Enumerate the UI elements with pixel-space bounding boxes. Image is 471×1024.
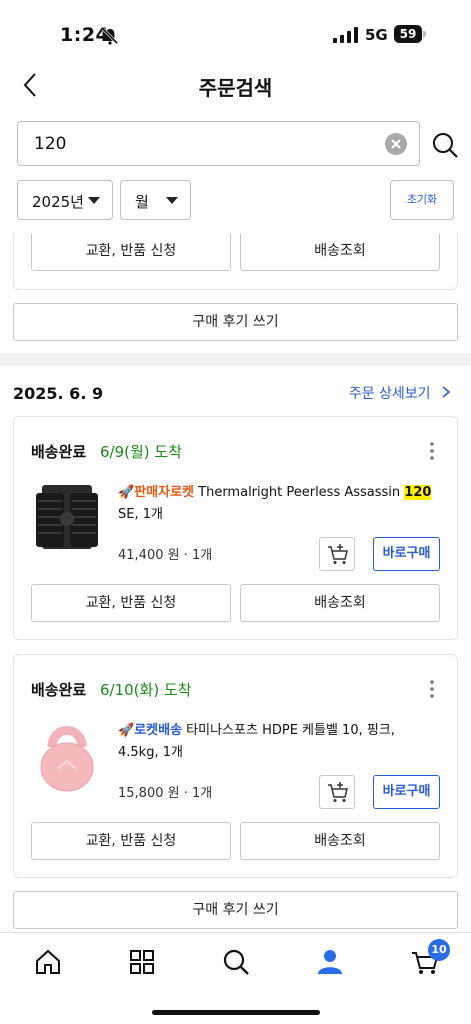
header: 주문검색 xyxy=(0,60,471,110)
page-title: 주문검색 xyxy=(198,76,273,100)
tracking-button[interactable]: 배송조회 xyxy=(240,584,440,622)
search-icon xyxy=(223,949,249,975)
tab-my-account[interactable] xyxy=(315,947,345,977)
product-price: 15,800 원 · 1개 xyxy=(118,786,213,801)
tab-home[interactable] xyxy=(33,947,63,977)
close-icon xyxy=(391,139,401,149)
exchange-return-button[interactable]: 교환, 반품 신청 xyxy=(31,584,231,622)
buy-now-button[interactable]: 바로구매 xyxy=(373,775,440,809)
exchange-return-button[interactable]: 교환, 반품 신청 xyxy=(31,822,231,860)
tab-category[interactable] xyxy=(127,947,157,977)
search-highlight: 120 xyxy=(404,485,432,500)
year-select-label: 2025년 xyxy=(32,193,84,211)
order-card: 배송완료 6/10(화) 도착 🚀로켓배송 타미나스포츠 HDPE 케틀벨 10… xyxy=(13,654,458,878)
arrival-date: 6/10(화) 도착 xyxy=(100,681,192,699)
search-field[interactable] xyxy=(17,121,420,166)
write-review-button[interactable]: 구매 후기 쓰기 xyxy=(13,891,458,929)
order-detail-link-label: 주문 상세보기 xyxy=(348,386,431,402)
product-name-suffix: SE, 1개 xyxy=(118,507,163,522)
seller-rocket-badge: 판매자로켓 xyxy=(134,485,194,500)
product-name[interactable]: 🚀로켓배송 타미나스포츠 HDPE 케틀벨 10, 핑크, 4.5kg, 1개 xyxy=(118,720,438,764)
delivery-status: 배송완료 xyxy=(31,681,87,699)
search-input[interactable] xyxy=(34,132,374,156)
order-list[interactable]: 교환, 반품 신청 배송조회 구매 후기 쓰기 2025. 6. 9 주문 상세… xyxy=(0,233,471,933)
add-to-cart-button[interactable] xyxy=(319,775,355,809)
cellular-signal-icon xyxy=(333,27,359,47)
home-indicator xyxy=(152,1010,320,1015)
rocket-icon: 🚀 xyxy=(118,723,135,738)
arrival-date: 6/9(월) 도착 xyxy=(100,443,183,461)
clear-search-button[interactable] xyxy=(385,133,407,155)
cart-count-badge: 10 xyxy=(428,939,450,961)
cpu-cooler-product-image[interactable] xyxy=(32,479,102,559)
buy-now-button[interactable]: 바로구매 xyxy=(373,537,440,571)
my-account-icon xyxy=(318,950,342,974)
caret-down-icon xyxy=(166,197,178,204)
category-grid-icon xyxy=(130,950,154,974)
caret-down-icon xyxy=(88,197,100,204)
tracking-button[interactable]: 배송조회 xyxy=(240,822,440,860)
battery-level: 59 xyxy=(394,25,422,43)
rocket-icon: 🚀 xyxy=(118,485,135,500)
tab-search[interactable] xyxy=(221,947,251,977)
reset-button[interactable]: 초기화 xyxy=(390,180,454,220)
rocket-delivery-badge: 로켓배송 xyxy=(134,723,183,738)
more-vertical-icon xyxy=(430,442,434,460)
month-select[interactable]: 월 xyxy=(120,180,191,220)
status-bar: 1:24 5G 59 xyxy=(0,0,471,60)
bell-muted-icon xyxy=(101,27,119,49)
search-button[interactable] xyxy=(431,131,459,159)
product-name[interactable]: 🚀판매자로켓 Thermalright Peerless Assassin 12… xyxy=(118,482,438,526)
add-to-cart-button[interactable] xyxy=(319,537,355,571)
add-cart-icon xyxy=(328,544,348,564)
product-name-text: Thermalright Peerless Assassin xyxy=(198,485,405,500)
order-card: 배송완료 6/9(월) 도착 🚀판매자로켓 Thermalright Peerl… xyxy=(13,416,458,640)
write-review-button[interactable]: 구매 후기 쓰기 xyxy=(13,303,458,341)
order-detail-link[interactable]: 주문 상세보기 xyxy=(349,383,451,403)
add-cart-icon xyxy=(328,782,348,802)
more-vertical-icon xyxy=(430,680,434,698)
month-select-label: 월 xyxy=(135,193,149,211)
order-date: 2025. 6. 9 xyxy=(13,384,104,403)
kettlebell-product-image[interactable] xyxy=(32,717,102,797)
more-options-button[interactable] xyxy=(429,679,435,699)
search-icon xyxy=(433,133,458,158)
chevron-right-icon xyxy=(442,386,451,398)
section-divider xyxy=(0,353,471,366)
network-label: 5G xyxy=(365,26,388,44)
more-options-button[interactable] xyxy=(429,441,435,461)
delivery-status: 배송완료 xyxy=(31,443,87,461)
year-select[interactable]: 2025년 xyxy=(17,180,113,220)
battery-icon: 59 xyxy=(394,25,426,43)
home-icon xyxy=(36,949,60,974)
product-price: 41,400 원 · 1개 xyxy=(118,548,213,563)
prev-order-card xyxy=(13,233,458,290)
